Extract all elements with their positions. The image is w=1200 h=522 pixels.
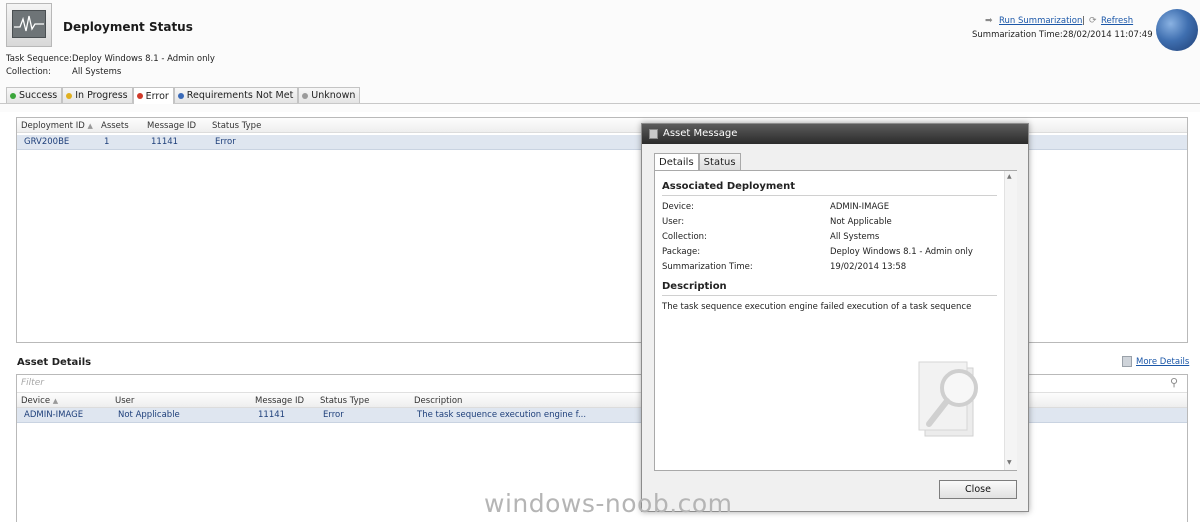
tab-status[interactable]: Status	[698, 153, 741, 170]
task-sequence-label: Task Sequence:	[6, 54, 72, 64]
refresh-icon: ⟳	[1089, 16, 1097, 26]
cell-status-type: Error	[215, 137, 236, 147]
cell-status-type: Error	[323, 410, 344, 420]
collection-value: All Systems	[830, 232, 880, 242]
cell-device: ADMIN-IMAGE	[24, 410, 84, 420]
globe-icon	[1156, 9, 1198, 51]
error-dot-icon	[136, 93, 143, 99]
filter-input[interactable]: Filter	[21, 378, 44, 388]
cell-deployment-id: GRV200BE	[24, 137, 70, 147]
tab-details[interactable]: Details	[654, 153, 699, 171]
asset-details-title: Asset Details	[17, 357, 92, 368]
package-value: Deploy Windows 8.1 - Admin only	[830, 247, 973, 257]
task-sequence-value: Deploy Windows 8.1 - Admin only	[72, 54, 215, 64]
column-header-user[interactable]: User	[115, 396, 134, 406]
in-progress-dot-icon	[66, 92, 73, 99]
cell-message-id: 11141	[151, 137, 179, 147]
dialog-scrollbar[interactable]: ▲ ▼	[1004, 171, 1017, 470]
tab-label: Requirements Not Met	[186, 90, 294, 101]
description-title: Description	[662, 281, 727, 292]
user-value: Not Applicable	[830, 217, 892, 227]
tab-label: Success	[19, 90, 58, 101]
column-header-status-type[interactable]: Status Type	[212, 121, 261, 131]
summarization-time-label: Summarization Time:	[662, 262, 753, 272]
run-arrow-icon: ➡	[985, 16, 993, 26]
requirements-dot-icon	[177, 92, 184, 99]
collection-label: Collection:	[662, 232, 707, 242]
scroll-up-icon[interactable]: ▲	[1007, 173, 1012, 180]
dialog-tabs: Details Status	[654, 153, 741, 171]
column-header-device[interactable]: Device ▲	[21, 396, 58, 406]
collection-label: Collection:	[6, 67, 51, 77]
cell-assets: 1	[104, 137, 110, 147]
column-header-message-id[interactable]: Message ID	[255, 396, 304, 406]
watermark: windows-noob.com	[484, 489, 733, 518]
page-title: Deployment Status	[63, 20, 193, 34]
section-divider	[662, 295, 997, 296]
more-details-link[interactable]: More Details	[1136, 357, 1189, 367]
status-tabs: Success In Progress Error Requirements N…	[6, 87, 361, 104]
close-button[interactable]: Close	[939, 480, 1017, 499]
package-label: Package:	[662, 247, 701, 257]
column-header-deployment-id[interactable]: Deployment ID ▲	[21, 121, 93, 131]
success-dot-icon	[10, 92, 16, 99]
tab-error[interactable]: Error	[132, 87, 174, 104]
tab-label: Error	[145, 90, 169, 102]
section-divider	[662, 195, 997, 196]
cell-message-id: 11141	[258, 410, 286, 420]
scroll-down-icon[interactable]: ▼	[1007, 459, 1012, 466]
dialog-title-bar[interactable]: Asset Message	[642, 124, 1028, 144]
refresh-link[interactable]: Refresh	[1101, 16, 1133, 26]
document-icon	[649, 129, 658, 139]
column-header-message-id[interactable]: Message ID	[147, 121, 196, 131]
description-text: The task sequence execution engine faile…	[662, 302, 972, 312]
link-separator: |	[1082, 16, 1085, 26]
user-label: User:	[662, 217, 685, 227]
deployment-status-icon	[6, 3, 52, 47]
tab-requirements-not-met[interactable]: Requirements Not Met	[173, 87, 299, 103]
dialog-title: Asset Message	[663, 128, 738, 139]
sort-ascending-icon: ▲	[52, 397, 59, 405]
associated-deployment-title: Associated Deployment	[662, 181, 795, 192]
document-icon	[1122, 356, 1132, 367]
unknown-dot-icon	[302, 92, 309, 99]
column-header-status-type[interactable]: Status Type	[320, 396, 369, 406]
cell-user: Not Applicable	[118, 410, 180, 420]
magnifier-document-icon	[918, 361, 978, 437]
tab-success[interactable]: Success	[6, 87, 63, 103]
summarization-time: Summarization Time:28/02/2014 11:07:49	[972, 30, 1153, 40]
details-panel: Associated Deployment Device: ADMIN-IMAG…	[654, 170, 1017, 471]
search-icon[interactable]: ⚲	[1170, 376, 1178, 389]
sort-ascending-icon: ▲	[87, 122, 93, 130]
tab-unknown[interactable]: Unknown	[298, 87, 361, 103]
collection-value: All Systems	[72, 67, 122, 77]
column-header-assets[interactable]: Assets	[101, 121, 129, 131]
tab-label: In Progress	[75, 90, 128, 101]
column-header-description[interactable]: Description	[414, 396, 462, 406]
asset-message-dialog: Asset Message Details Status Associated …	[641, 123, 1029, 512]
summarization-time-value: 19/02/2014 13:58	[830, 262, 907, 272]
tab-label: Unknown	[311, 90, 356, 101]
cell-description: The task sequence execution engine f...	[417, 410, 587, 420]
device-value: ADMIN-IMAGE	[830, 202, 890, 212]
tab-in-progress[interactable]: In Progress	[62, 87, 133, 103]
device-label: Device:	[662, 202, 694, 212]
run-summarization-link[interactable]: Run Summarization	[999, 16, 1082, 26]
